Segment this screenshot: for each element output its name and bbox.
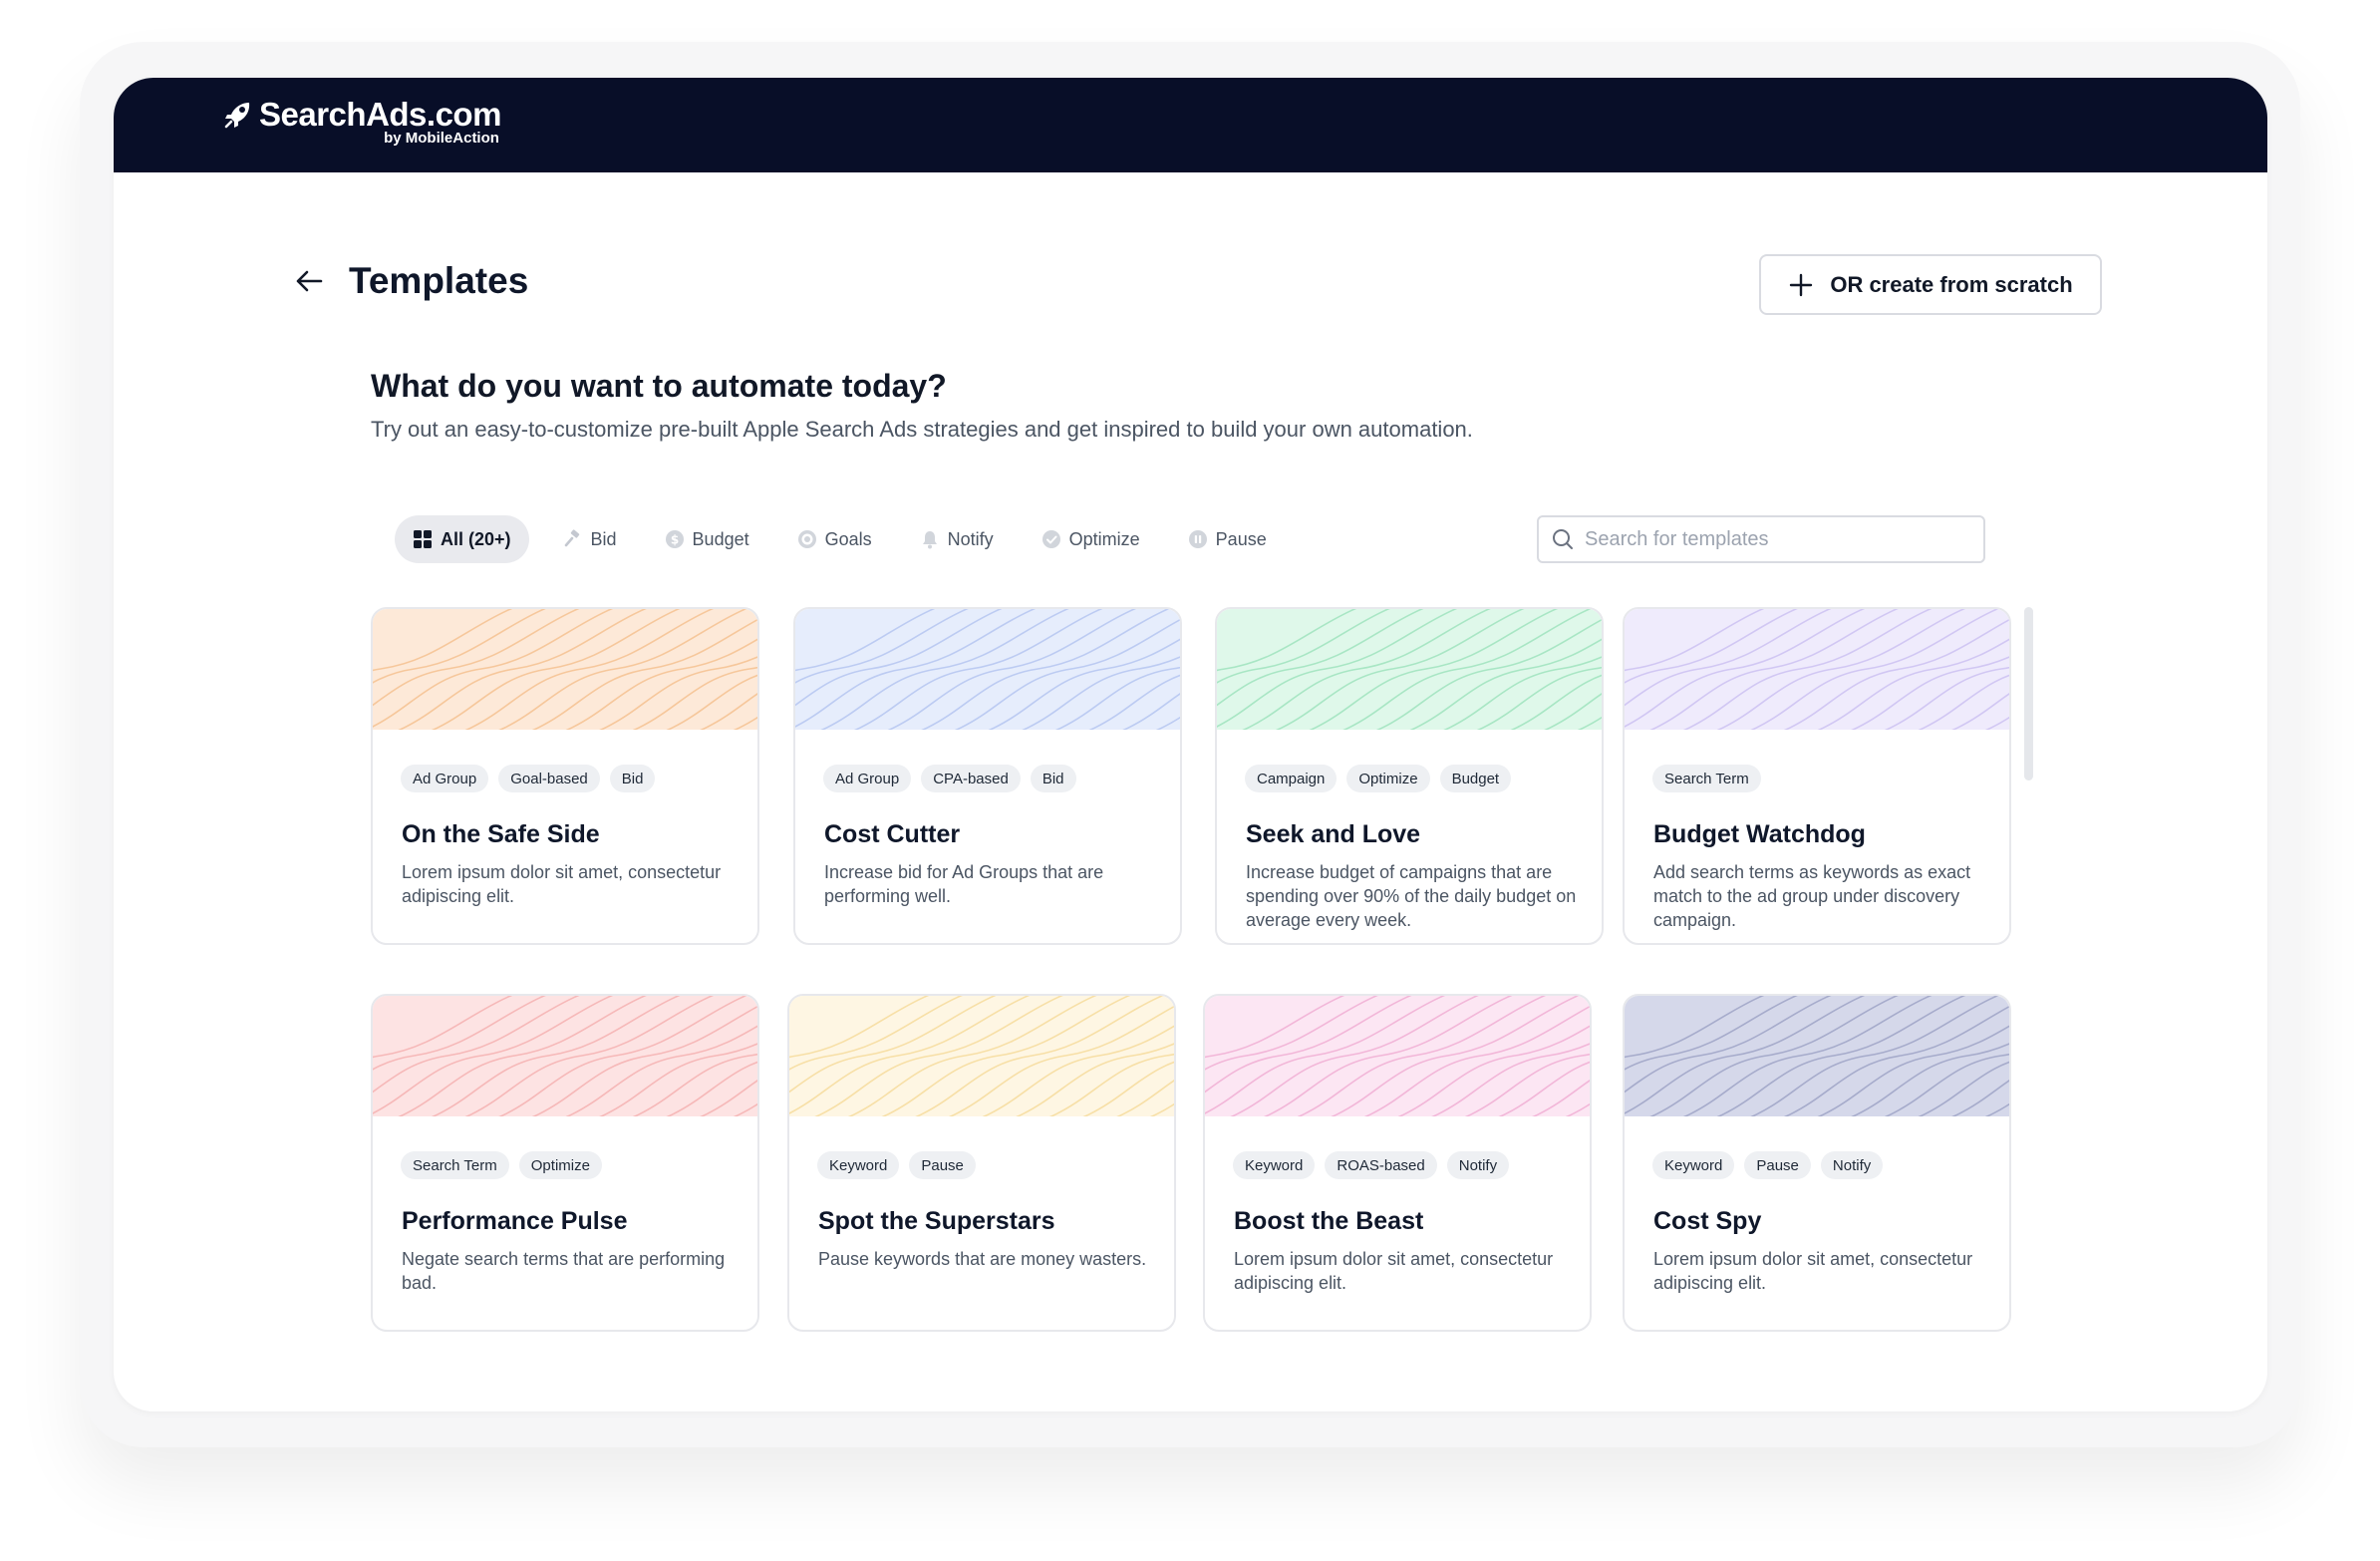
card-tag: Bid bbox=[1030, 765, 1076, 792]
app-window: SearchAds.com by MobileAction Templates … bbox=[114, 78, 2267, 1411]
card-tag: Optimize bbox=[1346, 765, 1430, 792]
card-title: Spot the Superstars bbox=[818, 1207, 1055, 1235]
filter-chip-label: Bid bbox=[590, 528, 617, 549]
card-description: Increase budget of campaigns that are sp… bbox=[1246, 862, 1577, 930]
card-title: Cost Cutter bbox=[824, 820, 961, 848]
search-icon bbox=[1553, 529, 1573, 549]
template-card-boost-the-beast[interactable]: Keyword ROAS-based Notify Boost the Beast Lo… bbox=[1203, 994, 1592, 1332]
brand-logo[interactable]: SearchAds.com by MobileAction bbox=[223, 96, 501, 147]
template-search-input[interactable] bbox=[1585, 527, 1971, 551]
filter-chip-label: Pause bbox=[1215, 528, 1267, 549]
pause-icon bbox=[1188, 530, 1207, 548]
filter-chip-label: Optimize bbox=[1068, 528, 1140, 549]
card-tag: Campaign bbox=[1245, 765, 1338, 792]
rocket-logo-icon bbox=[224, 103, 250, 129]
card-tag: Keyword bbox=[1233, 1151, 1316, 1179]
card-description: Add search terms as keywords as exact ma… bbox=[1653, 862, 1971, 930]
card-title: On the Safe Side bbox=[402, 820, 600, 848]
card-tag: Bid bbox=[609, 765, 656, 792]
check-circle-icon bbox=[1041, 530, 1060, 548]
card-title: Boost the Beast bbox=[1234, 1207, 1424, 1235]
filter-chip-bid[interactable]: Bid bbox=[549, 515, 631, 563]
template-search-box[interactable] bbox=[1537, 515, 1985, 563]
card-banner-pattern bbox=[1625, 609, 2009, 730]
intro-subline: Try out an easy-to-customize pre-built A… bbox=[371, 417, 1473, 442]
card-banner-pattern bbox=[373, 609, 757, 730]
card-tags: Keyword Pause bbox=[817, 1151, 976, 1179]
card-tag: Keyword bbox=[1652, 1151, 1735, 1179]
filter-chip-label: Notify bbox=[947, 528, 994, 549]
card-tags: Ad Group CPA-based Bid bbox=[823, 765, 1076, 792]
card-banner-pattern bbox=[1217, 609, 1602, 730]
filter-chip-optimize[interactable]: Optimize bbox=[1028, 515, 1154, 563]
create-from-scratch-button[interactable]: OR create from scratch bbox=[1759, 254, 2102, 315]
card-title: Budget Watchdog bbox=[1653, 820, 1866, 848]
grid-icon bbox=[414, 530, 432, 548]
card-tags: Keyword Pause Notify bbox=[1652, 1151, 1884, 1179]
template-card-spot-the-superstars[interactable]: Keyword Pause Spot the Superstars Pause key… bbox=[787, 994, 1176, 1332]
card-description: Lorem ipsum dolor sit amet, consectetur … bbox=[1653, 1249, 1973, 1293]
target-icon bbox=[797, 530, 816, 548]
filter-chip-goals[interactable]: Goals bbox=[783, 515, 886, 563]
template-card-seek-and-love[interactable]: Campaign Optimize Budget Seek and Love Incre… bbox=[1215, 607, 1604, 945]
card-tag: CPA-based bbox=[921, 765, 1021, 792]
card-tag: Optimize bbox=[518, 1151, 602, 1179]
top-navbar: SearchAds.com by MobileAction bbox=[114, 78, 2267, 172]
filter-chip-label: All (20+) bbox=[441, 528, 511, 549]
card-title: Performance Pulse bbox=[402, 1207, 628, 1235]
filter-chip-label: Goals bbox=[824, 528, 872, 549]
create-button-label: OR create from scratch bbox=[1830, 271, 2073, 297]
template-card-budget-watchdog[interactable]: Search Term Budget Watchdog Add search ter… bbox=[1623, 607, 2011, 945]
card-tag: Keyword bbox=[817, 1151, 900, 1179]
card-banner-pattern bbox=[1625, 996, 2009, 1116]
card-tag: Notify bbox=[1820, 1151, 1884, 1179]
card-description: Pause keywords that are money wasters. bbox=[818, 1249, 1147, 1269]
card-tag: ROAS-based bbox=[1325, 1151, 1437, 1179]
filter-chip-label: Budget bbox=[692, 528, 749, 549]
card-tag: Budget bbox=[1439, 765, 1512, 792]
scrollbar-thumb[interactable] bbox=[2024, 607, 2033, 780]
card-description: Increase bid for Ad Groups that are perf… bbox=[824, 862, 1104, 906]
card-tags: Search Term bbox=[1652, 765, 1761, 792]
card-tag: Goal-based bbox=[498, 765, 600, 792]
svg-text:$: $ bbox=[670, 533, 678, 547]
filter-chip-budget[interactable]: $ Budget bbox=[651, 515, 763, 563]
card-tag: Notify bbox=[1446, 1151, 1510, 1179]
bell-icon bbox=[922, 531, 937, 549]
filter-chip-notify[interactable]: Notify bbox=[906, 515, 1008, 563]
page-title: Templates bbox=[349, 260, 529, 301]
card-description: Lorem ipsum dolor sit amet, consectetur … bbox=[402, 862, 722, 906]
card-tag: Pause bbox=[909, 1151, 976, 1179]
card-banner-pattern bbox=[789, 996, 1174, 1116]
card-description: Negate search terms that are performing … bbox=[402, 1249, 726, 1293]
card-description: Lorem ipsum dolor sit amet, consectetur … bbox=[1234, 1249, 1554, 1293]
card-tag: Search Term bbox=[1652, 765, 1761, 792]
card-tags: Keyword ROAS-based Notify bbox=[1233, 1151, 1510, 1179]
category-filter-bar: All (20+) Bid $ Budget Goals Notify Opti… bbox=[395, 515, 1281, 563]
brand-name: SearchAds.com bbox=[259, 96, 501, 133]
card-tags: Campaign Optimize Budget bbox=[1245, 765, 1512, 792]
card-title: Cost Spy bbox=[1653, 1207, 1762, 1235]
intro-headline: What do you want to automate today? bbox=[371, 368, 947, 404]
card-tag: Ad Group bbox=[401, 765, 489, 792]
card-tag: Search Term bbox=[401, 1151, 509, 1179]
card-banner-pattern bbox=[1205, 996, 1590, 1116]
dollar-icon: $ bbox=[665, 530, 684, 548]
template-card-on-the-safe-side[interactable]: Ad Group Goal-based Bid On the Safe Side Lor… bbox=[371, 607, 759, 945]
filter-chip-all[interactable]: All (20+) bbox=[395, 515, 529, 563]
card-tag: Ad Group bbox=[823, 765, 912, 792]
gavel-icon bbox=[564, 529, 579, 547]
filter-chip-pause[interactable]: Pause bbox=[1174, 515, 1281, 563]
card-tags: Search Term Optimize bbox=[401, 1151, 602, 1179]
template-card-cost-spy[interactable]: Keyword Pause Notify Cost Spy Lorem ipsum do… bbox=[1623, 994, 2011, 1332]
plus-icon bbox=[1790, 273, 1813, 296]
card-banner-pattern bbox=[795, 609, 1180, 730]
template-card-performance-pulse[interactable]: Search Term Optimize Performance Pulse Nega… bbox=[371, 994, 759, 1332]
card-tags: Ad Group Goal-based Bid bbox=[401, 765, 656, 792]
back-arrow-icon[interactable] bbox=[293, 265, 325, 297]
template-card-cost-cutter[interactable]: Ad Group CPA-based Bid Cost Cutter Increase … bbox=[793, 607, 1182, 945]
card-title: Seek and Love bbox=[1246, 820, 1421, 848]
card-banner-pattern bbox=[373, 996, 757, 1116]
card-tag: Pause bbox=[1744, 1151, 1811, 1179]
